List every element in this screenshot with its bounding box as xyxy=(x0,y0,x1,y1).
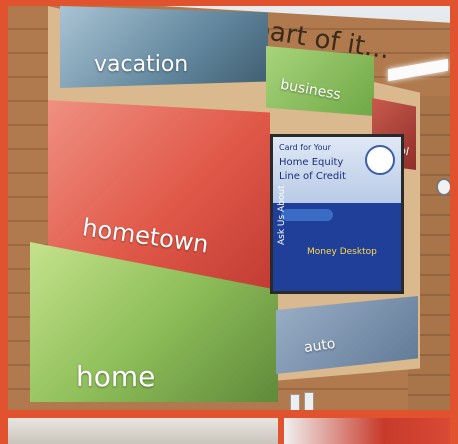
business-label: business xyxy=(279,76,342,104)
screen-button xyxy=(281,209,333,221)
security-camera xyxy=(436,178,450,196)
screen-money: Money Desktop xyxy=(307,247,377,257)
business-panel: business xyxy=(266,46,374,116)
screen-line1: Card for Your xyxy=(279,143,331,152)
home-label: home xyxy=(76,360,156,393)
photo-strip-left xyxy=(8,418,278,444)
digital-screen: Card for Your Home Equity Line of Credit… xyxy=(270,134,404,294)
auto-label: auto xyxy=(303,335,337,357)
hometown-label: hometown xyxy=(80,213,211,259)
clock-icon xyxy=(365,145,395,175)
screen-line3: Line of Credit xyxy=(279,171,346,182)
wall-photo: be part of it... vacation business schoo… xyxy=(8,6,450,410)
vacation-label: vacation xyxy=(94,52,189,77)
photo-frame: be part of it... vacation business schoo… xyxy=(0,0,458,444)
photo-strip-right xyxy=(284,418,450,444)
screen-ask: Ask Us About xyxy=(277,185,287,245)
screen-line2: Home Equity xyxy=(279,157,344,168)
wall-outlet xyxy=(290,394,300,410)
wall-outlet xyxy=(304,392,314,410)
vacation-panel: vacation xyxy=(60,6,268,88)
